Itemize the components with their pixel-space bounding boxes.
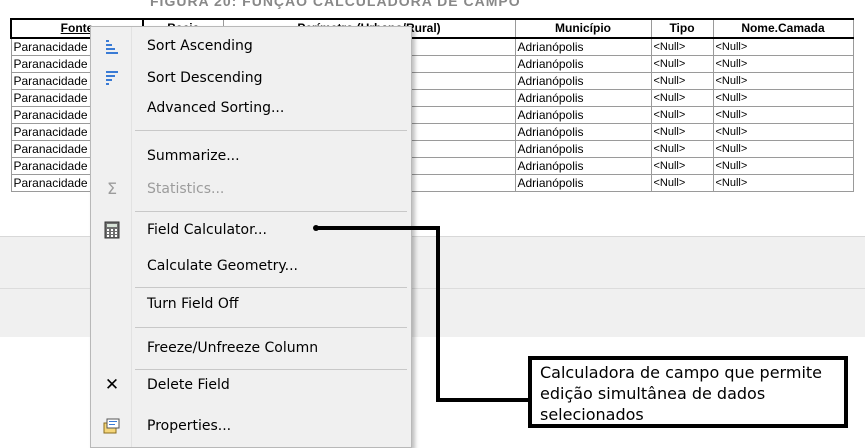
table-cell[interactable]: <Null> xyxy=(712,37,854,56)
table-cell[interactable]: Adrianópolis xyxy=(514,174,652,192)
table-cell[interactable]: <Null> xyxy=(712,106,854,124)
column-context-menu: Sort Ascending Sort Descending Advanced … xyxy=(90,26,412,448)
menu-separator xyxy=(135,287,407,288)
menu-separator xyxy=(135,327,407,328)
menu-item-label: Calculate Geometry... xyxy=(147,258,298,274)
menu-item-field-calculator[interactable]: Field Calculator... xyxy=(91,215,411,245)
table-cell[interactable]: <Null> xyxy=(712,123,854,141)
menu-separator xyxy=(135,130,407,131)
menu-item-label: Turn Field Off xyxy=(147,296,239,312)
table-cell[interactable]: <Null> xyxy=(650,72,714,90)
menu-item-label: Statistics... xyxy=(147,181,225,197)
annotation-callout: Calculadora de campo que permite edição … xyxy=(528,356,848,428)
sort-ascending-icon xyxy=(103,37,121,55)
table-cell[interactable]: Adrianópolis xyxy=(514,140,652,158)
column-header-tipo[interactable]: Tipo xyxy=(650,18,714,39)
table-cell[interactable]: <Null> xyxy=(650,55,714,73)
menu-item-label: Advanced Sorting... xyxy=(147,100,285,116)
menu-item-delete-field[interactable]: ✕ Delete Field xyxy=(91,370,411,400)
menu-item-label: Sort Ascending xyxy=(147,38,253,54)
sigma-icon: Σ xyxy=(106,179,118,198)
sort-descending-icon xyxy=(103,69,121,87)
column-header-municipio[interactable]: Município xyxy=(514,18,652,39)
menu-item-label: Summarize... xyxy=(147,148,240,164)
table-cell[interactable]: <Null> xyxy=(712,55,854,73)
table-cell[interactable]: <Null> xyxy=(650,174,714,192)
table-cell[interactable]: <Null> xyxy=(650,140,714,158)
menu-item-freeze-unfreeze[interactable]: Freeze/Unfreeze Column xyxy=(91,333,411,363)
table-cell[interactable]: Adrianópolis xyxy=(514,37,652,56)
menu-item-statistics[interactable]: Σ Statistics... xyxy=(91,174,411,204)
table-cell[interactable]: <Null> xyxy=(650,106,714,124)
menu-item-sort-ascending[interactable]: Sort Ascending xyxy=(91,31,411,61)
table-cell[interactable]: <Null> xyxy=(712,140,854,158)
table-cell[interactable]: <Null> xyxy=(712,157,854,175)
menu-item-properties[interactable]: Properties... xyxy=(91,411,411,441)
menu-item-label: Sort Descending xyxy=(147,70,263,86)
table-cell[interactable]: <Null> xyxy=(712,89,854,107)
table-cell[interactable]: Adrianópolis xyxy=(514,106,652,124)
menu-item-turn-field-off[interactable]: Turn Field Off xyxy=(91,289,411,319)
table-cell[interactable]: <Null> xyxy=(650,157,714,175)
table-cell[interactable]: Adrianópolis xyxy=(514,55,652,73)
menu-item-label: Freeze/Unfreeze Column xyxy=(147,340,319,356)
table-cell[interactable]: <Null> xyxy=(650,37,714,56)
menu-item-label: Properties... xyxy=(147,418,232,434)
menu-item-label: Field Calculator... xyxy=(147,222,267,238)
table-cell[interactable]: <Null> xyxy=(650,89,714,107)
table-cell[interactable]: <Null> xyxy=(712,174,854,192)
table-cell[interactable]: <Null> xyxy=(712,72,854,90)
table-cell[interactable]: Adrianópolis xyxy=(514,89,652,107)
figure-title: FIGURA 20: FUNÇÃO CALCULADORA DE CAMPO xyxy=(150,0,521,9)
table-cell[interactable]: Adrianópolis xyxy=(514,123,652,141)
calculator-icon xyxy=(103,221,121,239)
column-header-nome-camada[interactable]: Nome.Camada xyxy=(712,18,854,39)
properties-icon xyxy=(103,417,121,435)
delete-x-icon: ✕ xyxy=(104,375,120,395)
menu-separator xyxy=(135,211,407,212)
menu-item-advanced-sorting[interactable]: Advanced Sorting... xyxy=(91,93,411,123)
menu-item-summarize[interactable]: Summarize... xyxy=(91,141,411,171)
table-cell[interactable]: Adrianópolis xyxy=(514,157,652,175)
menu-item-calculate-geometry[interactable]: Calculate Geometry... xyxy=(91,251,411,281)
table-cell[interactable]: <Null> xyxy=(650,123,714,141)
menu-item-label: Delete Field xyxy=(147,377,230,393)
menu-item-sort-descending[interactable]: Sort Descending xyxy=(91,63,411,93)
table-cell[interactable]: Adrianópolis xyxy=(514,72,652,90)
